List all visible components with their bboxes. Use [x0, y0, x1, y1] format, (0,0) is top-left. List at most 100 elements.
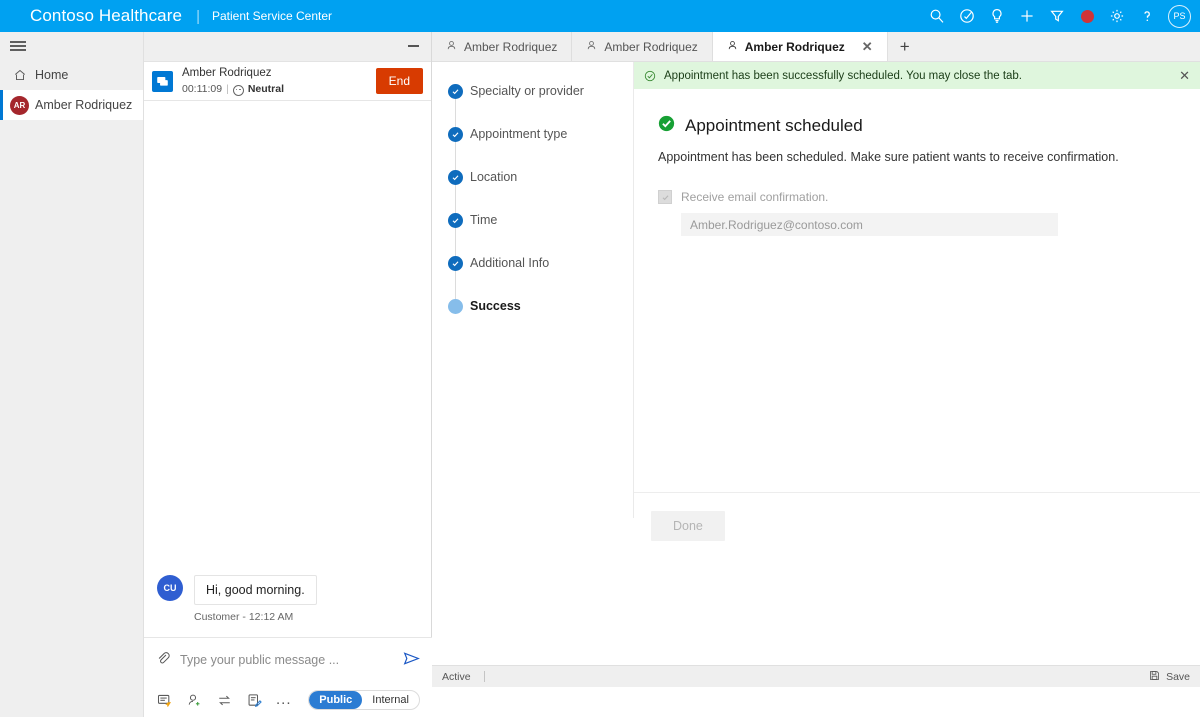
step-label: Success: [470, 299, 521, 313]
email-confirmation-row: Receive email confirmation.: [658, 190, 1176, 204]
minimize-icon[interactable]: [408, 45, 419, 47]
send-icon[interactable]: [403, 650, 420, 670]
chat-transcript: CU Hi, good morning. Customer - 12:12 AM: [144, 101, 431, 637]
page-title: Appointment scheduled: [685, 116, 863, 136]
footer-actions: Done: [634, 492, 1200, 541]
status-divider: [484, 671, 485, 682]
save-icon: [1149, 670, 1160, 684]
person-icon: [446, 40, 457, 54]
tab-amber-rodriquez-1[interactable]: Amber Rodriquez: [432, 32, 572, 61]
sidebar-item-label: Amber Rodriquez: [35, 98, 132, 112]
attachment-icon[interactable]: [156, 651, 171, 669]
end-session-button[interactable]: End: [376, 68, 423, 94]
app-title: Contoso Healthcare: [30, 6, 182, 26]
plus-icon[interactable]: [1012, 0, 1042, 32]
sentiment-icon: [233, 85, 244, 96]
step-complete-icon: [448, 170, 463, 185]
chat-panel: Amber Rodriquez 00:11:09 | Neutral End C…: [144, 32, 432, 717]
add-person-icon[interactable]: [186, 692, 203, 709]
step-specialty-or-provider[interactable]: Specialty or provider: [432, 74, 633, 117]
message-composer: ... Public Internal: [144, 637, 432, 717]
receive-email-label: Receive email confirmation.: [681, 190, 828, 204]
tab-label: Amber Rodriquez: [464, 40, 557, 54]
message-input[interactable]: [180, 653, 395, 667]
help-icon[interactable]: [1132, 0, 1162, 32]
step-complete-icon: [448, 127, 463, 142]
status-bar: Active Save: [432, 665, 1200, 687]
search-icon[interactable]: [922, 0, 952, 32]
person-icon: [727, 40, 738, 54]
close-icon[interactable]: ✕: [1179, 68, 1190, 84]
step-additional-info[interactable]: Additional Info: [432, 246, 633, 289]
sidebar-item-home[interactable]: Home: [0, 60, 143, 90]
success-banner-text: Appointment has been successfully schedu…: [664, 70, 1022, 82]
hamburger-menu-button[interactable]: [0, 32, 143, 60]
close-icon[interactable]: ✕: [852, 39, 873, 55]
visibility-public-option[interactable]: Public: [309, 691, 362, 709]
chat-icon: [152, 71, 173, 92]
notes-icon[interactable]: [246, 692, 263, 709]
app-subtitle: Patient Service Center: [212, 9, 332, 23]
tab-amber-rodriquez-3[interactable]: Amber Rodriquez ✕: [713, 32, 888, 61]
success-panel: Appointment has been successfully schedu…: [634, 62, 1200, 236]
chat-message-bubble: Hi, good morning.: [194, 575, 317, 605]
step-label: Time: [470, 213, 497, 227]
chat-message-line: CU Hi, good morning.: [157, 575, 417, 605]
composer-toolbar: ... Public Internal: [144, 682, 432, 717]
header-icon-group: PS: [922, 0, 1200, 32]
assistant-icon[interactable]: [952, 0, 982, 32]
step-label: Specialty or provider: [470, 84, 584, 98]
home-icon: [13, 68, 35, 82]
check-circle-icon: [644, 70, 656, 82]
step-current-icon: [448, 299, 463, 314]
quick-reply-icon[interactable]: [156, 692, 173, 709]
success-check-icon: [658, 115, 675, 137]
success-description: Appointment has been scheduled. Make sur…: [658, 150, 1176, 164]
brand-divider: |: [196, 8, 200, 25]
step-appointment-type[interactable]: Appointment type: [432, 117, 633, 160]
tab-amber-rodriquez-2[interactable]: Amber Rodriquez: [572, 32, 712, 61]
record-icon[interactable]: [1072, 0, 1102, 32]
lightbulb-icon[interactable]: [982, 0, 1012, 32]
sentiment-label: Neutral: [248, 82, 284, 96]
composer-input-row: [144, 638, 432, 682]
step-location[interactable]: Location: [432, 160, 633, 203]
chat-customer-name: Amber Rodriquez: [182, 66, 284, 82]
done-button: Done: [651, 511, 725, 541]
app-window: Contoso Healthcare | Patient Service Cen…: [0, 0, 1200, 717]
person-icon: [586, 40, 597, 54]
avatar: AR: [10, 96, 29, 115]
chat-meta-divider: |: [226, 82, 229, 96]
gear-icon[interactable]: [1102, 0, 1132, 32]
chat-session-status: 00:11:09 | Neutral: [182, 82, 284, 96]
status-badge: Active: [442, 671, 471, 683]
tab-label: Amber Rodriquez: [604, 40, 697, 54]
user-avatar[interactable]: PS: [1168, 5, 1191, 28]
appointment-stepper: Specialty or provider Appointment type L…: [432, 62, 633, 518]
success-heading-row: Appointment scheduled: [658, 115, 1176, 137]
receive-email-checkbox: [658, 190, 672, 204]
step-complete-icon: [448, 256, 463, 271]
more-icon[interactable]: ...: [276, 696, 292, 704]
avatar: CU: [157, 575, 183, 601]
left-sidebar: Home AR Amber Rodriquez: [0, 32, 144, 717]
sidebar-item-label: Home: [35, 68, 68, 82]
chat-session-header: Amber Rodriquez 00:11:09 | Neutral End: [144, 62, 431, 101]
chat-session-meta: Amber Rodriquez 00:11:09 | Neutral: [182, 66, 284, 96]
visibility-internal-option[interactable]: Internal: [362, 691, 419, 709]
success-content: Appointment scheduled Appointment has be…: [634, 89, 1200, 236]
record-dot: [1081, 10, 1094, 23]
sidebar-item-amber-rodriquez[interactable]: AR Amber Rodriquez: [0, 90, 143, 120]
chat-panel-topbar: [144, 32, 431, 62]
step-success[interactable]: Success: [432, 289, 633, 332]
message-visibility-toggle[interactable]: Public Internal: [308, 690, 420, 710]
tab-label: Amber Rodriquez: [745, 40, 845, 54]
workspace-body: Specialty or provider Appointment type L…: [432, 62, 1200, 687]
new-tab-button[interactable]: +: [888, 32, 922, 61]
save-button[interactable]: Save: [1149, 670, 1190, 684]
filter-icon[interactable]: [1042, 0, 1072, 32]
hamburger-icon: [10, 39, 26, 54]
step-time[interactable]: Time: [432, 203, 633, 246]
step-complete-icon: [448, 84, 463, 99]
transfer-icon[interactable]: [216, 692, 233, 709]
